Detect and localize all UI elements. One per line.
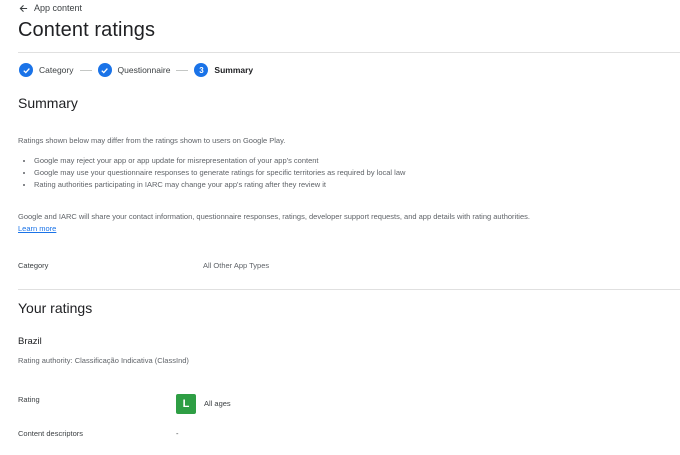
list-item: Google may use your questionnaire respon… — [34, 167, 414, 179]
stepper: Category Questionnaire 3 Summary — [19, 63, 253, 77]
summary-bullet-list: Google may reject your app or app update… — [18, 155, 414, 191]
check-circle-icon — [19, 63, 33, 77]
back-link[interactable]: App content — [19, 3, 82, 13]
summary-intro: Ratings shown below may differ from the … — [18, 136, 286, 145]
category-label: Category — [18, 261, 49, 270]
back-link-label: App content — [34, 3, 83, 13]
check-circle-icon — [97, 63, 112, 77]
list-item: Rating authorities participating in IARC… — [34, 179, 414, 191]
rating-badge-icon: L — [176, 394, 196, 414]
step-category-label: Category — [39, 65, 74, 75]
share-notice-text: Google and IARC will share your contact … — [18, 212, 530, 221]
step-summary-label: Summary — [214, 65, 254, 75]
country-name: Brazil — [18, 336, 42, 347]
content-descriptors-value: - — [176, 429, 179, 438]
share-notice: Google and IARC will share your contact … — [18, 211, 548, 235]
rating-authority: Rating authority: Classificação Indicati… — [18, 356, 189, 365]
category-value: All Other App Types — [203, 261, 270, 270]
step-connector — [79, 69, 92, 71]
step-category[interactable]: Category — [19, 63, 74, 77]
arrow-back-icon — [19, 4, 28, 13]
section-divider — [18, 289, 680, 290]
step-questionnaire-label: Questionnaire — [117, 65, 171, 75]
step-connector — [176, 69, 189, 71]
header-divider — [18, 52, 680, 53]
content-descriptors-label: Content descriptors — [18, 429, 84, 438]
list-item: Google may reject your app or app update… — [34, 155, 414, 167]
learn-more-link[interactable]: Learn more — [18, 224, 56, 233]
rating-value: All ages — [204, 399, 231, 408]
step-number-badge: 3 — [194, 63, 209, 77]
step-summary[interactable]: 3 Summary — [194, 63, 253, 77]
rating-label: Rating — [18, 395, 40, 404]
ratings-heading: Your ratings — [18, 300, 93, 316]
step-questionnaire[interactable]: Questionnaire — [97, 63, 171, 77]
page-title: Content ratings — [18, 19, 156, 41]
summary-heading: Summary — [18, 95, 78, 111]
